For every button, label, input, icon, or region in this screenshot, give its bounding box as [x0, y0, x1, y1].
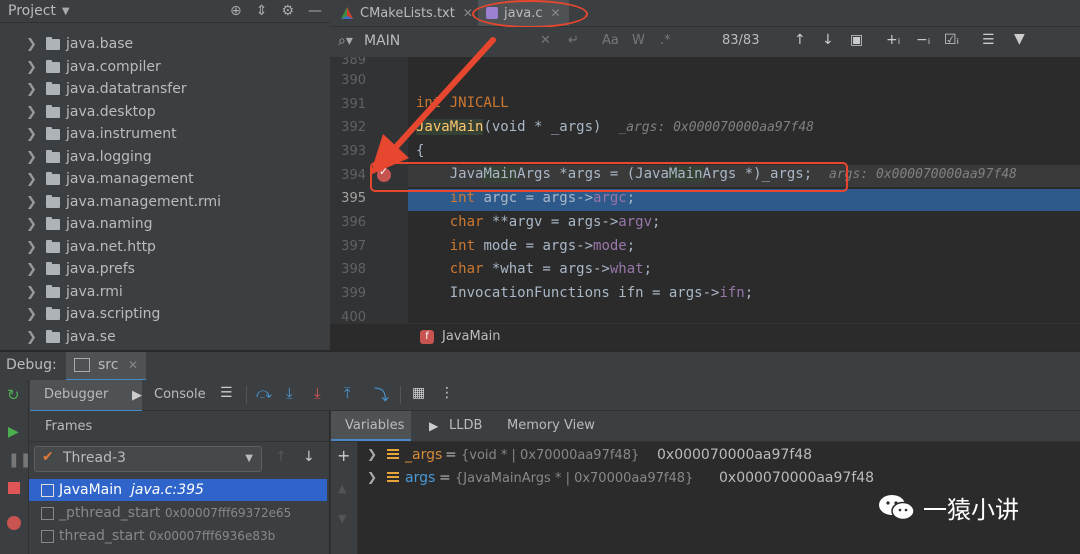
session-label: src — [98, 357, 119, 373]
frames-label: Frames — [45, 419, 93, 434]
watermark-text: 一猿小讲 — [923, 495, 1019, 524]
console-icon: ▶ — [132, 388, 142, 403]
debug-header: Debug: src ✕ — [0, 351, 1080, 381]
run-to-cursor-icon[interactable]: ⤵ — [374, 384, 389, 405]
frames-panel: Frames ✔ Thread-3 ▼ ↑ ↓ JavaMain java.c:… — [29, 411, 329, 554]
tab-lldb[interactable]: LLDB — [449, 418, 482, 433]
chevron-right-icon[interactable]: ❯ — [367, 447, 377, 461]
rerun-icon[interactable]: ↻ — [7, 386, 20, 404]
tab-debugger[interactable]: Debugger — [30, 380, 142, 412]
variable-name: args — [405, 470, 436, 486]
chevron-down-icon: ▼ — [245, 453, 253, 464]
frame-name: _pthread_start — [59, 505, 161, 521]
tab-variables[interactable]: Variables — [331, 411, 411, 441]
frame-icon — [41, 530, 54, 543]
check-icon: ✔ — [42, 449, 54, 465]
layout-icon[interactable]: ☰ — [220, 385, 233, 401]
variable-icon — [387, 449, 399, 459]
frame-name: JavaMain — [59, 482, 122, 498]
variable-value: 0x000070000aa97f48 — [719, 470, 875, 486]
variable-name: _args — [405, 447, 443, 463]
arrow-down-icon[interactable]: ▼ — [338, 512, 346, 525]
more-icon[interactable]: ⋮ — [440, 385, 454, 401]
evaluate-icon[interactable]: ▦ — [412, 385, 425, 401]
debug-session-tab[interactable]: src ✕ — [66, 352, 146, 381]
variables-side-toolbar: + ▲ ▼ — [331, 442, 358, 554]
debug-label: Debug: — [6, 357, 57, 373]
function-icon: f — [420, 330, 434, 344]
step-out-icon[interactable]: ⤒ — [344, 384, 351, 402]
frame-row[interactable]: thread_start 0x00007fff6936e83b — [29, 525, 327, 547]
resume-icon[interactable]: ▶ — [8, 424, 19, 440]
wechat-icon — [879, 495, 915, 521]
step-into-icon[interactable]: ⤓ — [314, 384, 321, 402]
debug-side-toolbar: ↻ ▶ ❚❚ — [0, 380, 31, 554]
show-execution-point-icon[interactable]: ⤼ — [256, 384, 272, 402]
add-watch-icon[interactable]: + — [337, 446, 350, 465]
stop-icon[interactable] — [8, 482, 20, 494]
debug-toolbar: Debugger ▶ Console ☰ ⤼ ⤓ ⤓ ⤒ ⤵ ▦ ⋮ — [0, 380, 1080, 412]
step-over-icon[interactable]: ⤓ — [286, 384, 293, 402]
variable-row[interactable]: ❯ _args = {void * | 0x70000aa97f48} 0x00… — [361, 445, 1061, 467]
variables-panel: Variables ▶ LLDB Memory View + ▲ ▼ ❯ _ar… — [330, 411, 1080, 554]
pause-icon[interactable]: ❚❚ — [8, 452, 31, 468]
tab-label: Variables — [345, 418, 405, 433]
frame-name: thread_start — [59, 528, 145, 544]
watermark: 一猿小讲 — [877, 487, 1019, 527]
tab-memory-view[interactable]: Memory View — [507, 418, 595, 433]
variable-value: 0x000070000aa97f48 — [657, 447, 813, 463]
tab-console[interactable]: Console — [154, 387, 206, 402]
chevron-right-icon[interactable]: ❯ — [367, 470, 377, 484]
frame-row[interactable]: _pthread_start 0x00007fff69372e65 — [29, 502, 327, 524]
view-breakpoints-icon[interactable] — [7, 516, 21, 530]
variables-tabs: Variables ▶ LLDB Memory View — [331, 411, 1080, 442]
arrow-down-icon[interactable]: ↓ — [303, 449, 315, 465]
frame-row-selected[interactable]: JavaMain java.c:395 — [29, 479, 327, 501]
variable-type: {void * | 0x70000aa97f48} — [461, 448, 640, 463]
frame-location: 0x00007fff6936e83b — [149, 529, 276, 543]
frame-location: java.c:395 — [131, 482, 204, 498]
frame-icon — [41, 507, 54, 520]
session-icon — [74, 358, 90, 372]
variable-icon — [387, 472, 399, 482]
frame-location: 0x00007fff69372e65 — [165, 506, 292, 520]
tab-label: Debugger — [44, 387, 109, 402]
close-icon[interactable]: ✕ — [128, 358, 138, 372]
editor-breadcrumb: f JavaMain — [330, 323, 1080, 351]
arrow-up-icon[interactable]: ▲ — [338, 482, 346, 495]
thread-name: Thread-3 — [63, 450, 126, 466]
lldb-icon: ▶ — [429, 419, 439, 433]
arrow-up-icon[interactable]: ↑ — [275, 449, 287, 465]
breadcrumb-function[interactable]: JavaMain — [442, 329, 501, 344]
frame-icon — [41, 484, 54, 497]
variable-type: {JavaMainArgs * | 0x70000aa97f48} — [455, 471, 694, 486]
thread-select[interactable]: ✔ Thread-3 ▼ — [34, 446, 262, 472]
